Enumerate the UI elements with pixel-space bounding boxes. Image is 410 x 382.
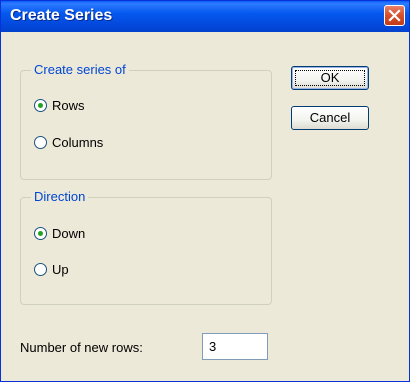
close-button[interactable] bbox=[384, 5, 405, 26]
ok-button[interactable]: OK bbox=[291, 66, 369, 90]
radio-up-indicator[interactable] bbox=[34, 262, 47, 276]
direction-legend: Direction bbox=[31, 189, 89, 205]
title-bar[interactable]: Create Series bbox=[1, 1, 409, 32]
radio-down[interactable]: Down bbox=[34, 224, 85, 242]
radio-columns-indicator[interactable] bbox=[34, 135, 47, 149]
radio-down-label[interactable]: Down bbox=[52, 226, 85, 241]
cancel-button[interactable]: Cancel bbox=[291, 106, 369, 130]
series-type-legend: Create series of bbox=[31, 62, 129, 78]
radio-columns-label[interactable]: Columns bbox=[52, 135, 103, 150]
ok-focus-ring bbox=[295, 70, 365, 86]
rows-field-label: Number of new rows: bbox=[20, 340, 143, 355]
cancel-button-label: Cancel bbox=[309, 110, 351, 125]
create-series-dialog: Create Series Create series of Rows Colu… bbox=[0, 0, 410, 382]
radio-up-label[interactable]: Up bbox=[52, 262, 69, 277]
dialog-title: Create Series bbox=[10, 7, 113, 24]
close-icon bbox=[388, 9, 401, 22]
radio-down-indicator[interactable] bbox=[34, 226, 47, 240]
radio-rows[interactable]: Rows bbox=[34, 96, 85, 114]
radio-rows-indicator[interactable] bbox=[34, 98, 47, 112]
radio-columns[interactable]: Columns bbox=[34, 133, 103, 151]
series-type-group: Create series of Rows Columns bbox=[20, 62, 272, 180]
rows-count-input[interactable] bbox=[202, 333, 268, 360]
radio-rows-label[interactable]: Rows bbox=[52, 98, 85, 113]
radio-up[interactable]: Up bbox=[34, 260, 69, 278]
direction-group: Direction Down Up bbox=[20, 189, 272, 305]
